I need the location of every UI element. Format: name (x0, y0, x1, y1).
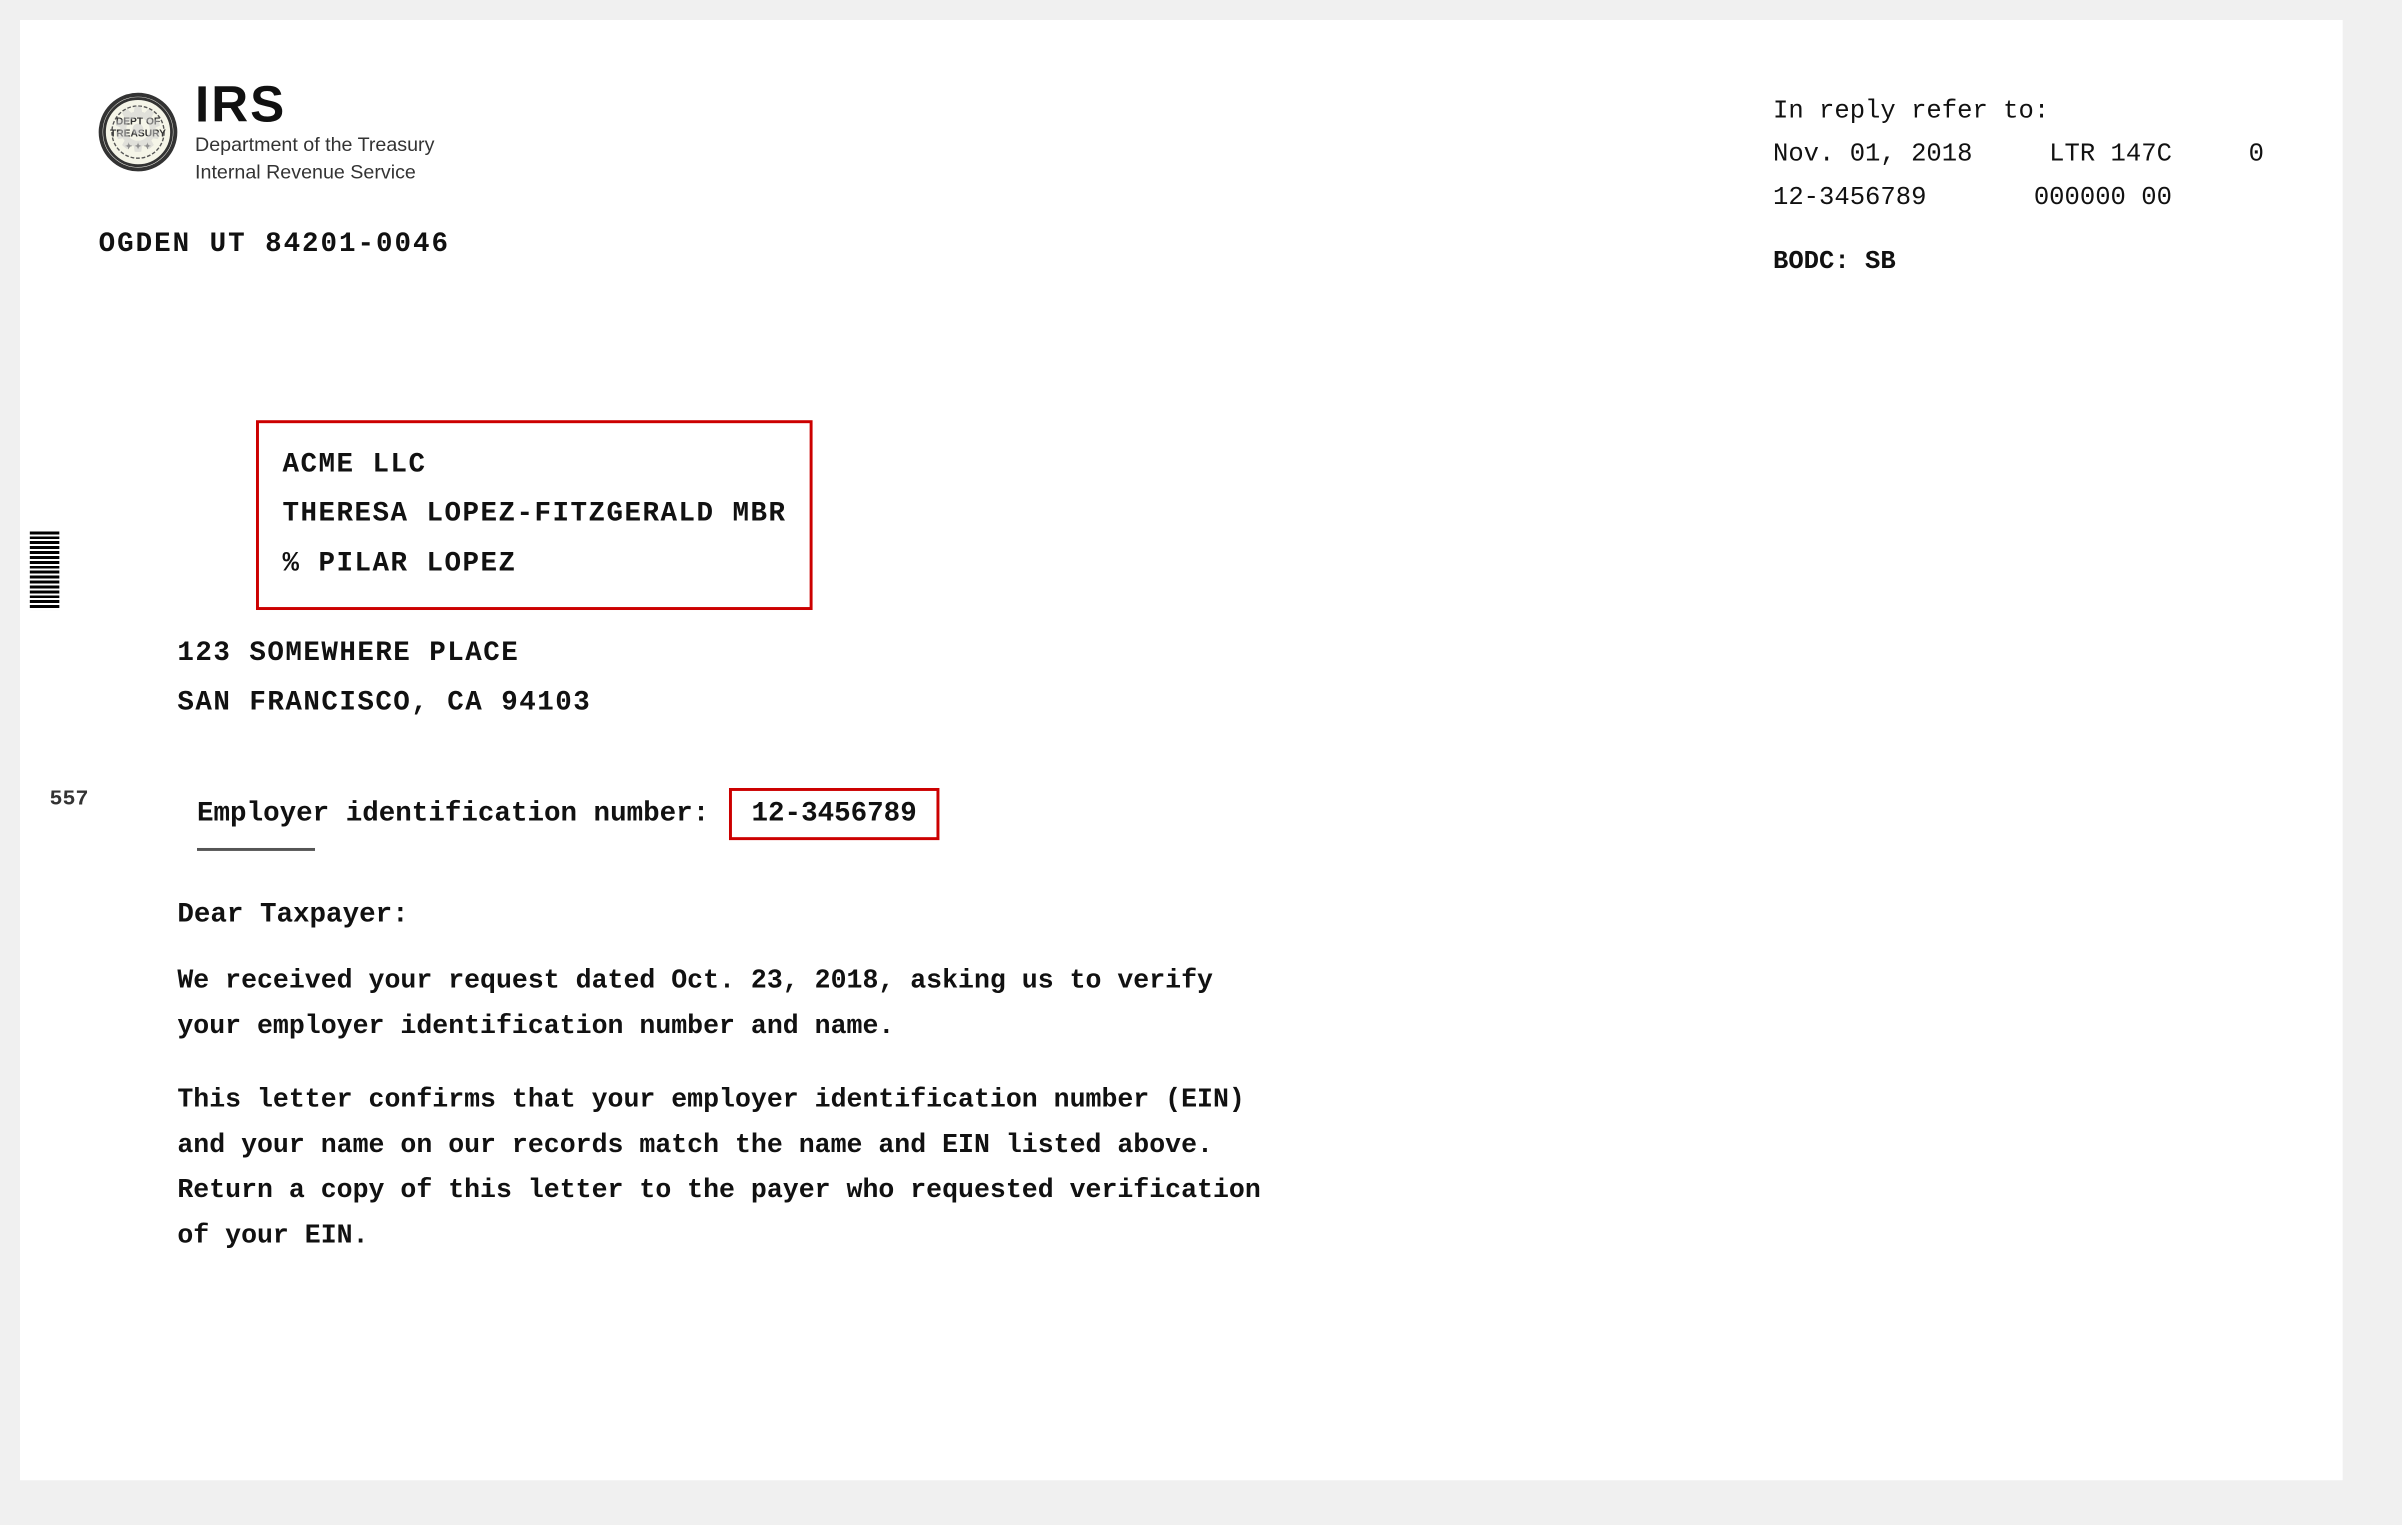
svg-text:TREASURY: TREASURY (110, 129, 166, 140)
irs-title: IRS (195, 79, 434, 130)
bodc-line: BODC: SB (1773, 239, 2264, 282)
recipient-line1: ACME LLC (283, 441, 787, 491)
irs-seal-icon: DEPT OF TREASURY ✦ ✦ ✦ (99, 93, 178, 172)
reply-ltr: LTR 147C (2049, 139, 2172, 169)
paragraph2: This letter confirms that your employer … (177, 1080, 2144, 1261)
address-section: 123 SOMEWHERE PLACE SAN FRANCISCO, CA 94… (177, 630, 2264, 729)
reply-ltr-num: 0 (2249, 139, 2264, 169)
underline-decoration (197, 848, 315, 851)
address-line1: 123 SOMEWHERE PLACE (177, 630, 2264, 680)
paragraph1: We received your request dated Oct. 23, … (177, 960, 2144, 1050)
recipient-line3: % PILAR LOPEZ (283, 540, 787, 590)
irs-letter-document: DEPT OF TREASURY ✦ ✦ ✦ IRS Department of… (20, 20, 2343, 1480)
irs-dept-line1: Department of the Treasury (195, 132, 434, 158)
recipient-line2: THERESA LOPEZ-FITZGERALD MBR (283, 490, 787, 540)
svg-text:DEPT OF: DEPT OF (116, 117, 160, 128)
page-number: 557 (50, 787, 89, 812)
sender-address: OGDEN UT 84201-0046 (99, 229, 450, 259)
reply-date: Nov. 01, 2018 (1773, 139, 1972, 169)
irs-logo-area: DEPT OF TREASURY ✦ ✦ ✦ IRS Department of… (99, 79, 450, 185)
barcode-decoration (30, 531, 60, 610)
svg-text:✦ ✦ ✦: ✦ ✦ ✦ (125, 141, 151, 151)
irs-dept-line2: Internal Revenue Service (195, 160, 434, 186)
recipient-block: ACME LLC THERESA LOPEZ-FITZGERALD MBR % … (256, 420, 813, 610)
reply-date-ltr: Nov. 01, 2018 LTR 147C 0 (1773, 132, 2264, 175)
reply-zeros: 000000 00 (2034, 183, 2172, 213)
letter-body: Dear Taxpayer: We received your request … (177, 900, 2144, 1260)
address-line2: SAN FRANCISCO, CA 94103 (177, 679, 2264, 729)
ein-label: Employer identification number: (197, 799, 709, 829)
salutation: Dear Taxpayer: (177, 900, 2144, 930)
irs-text-block: IRS Department of the Treasury Internal … (195, 79, 434, 185)
reply-ein-zeros: 12-3456789 000000 00 (1773, 176, 2264, 219)
right-header: In reply refer to: Nov. 01, 2018 LTR 147… (1773, 89, 2264, 282)
ein-value: 12-3456789 (729, 788, 939, 840)
reply-ein: 12-3456789 (1773, 183, 1926, 213)
header-section: DEPT OF TREASURY ✦ ✦ ✦ IRS Department of… (99, 79, 2264, 282)
ein-section: Employer identification number: 12-34567… (197, 788, 2264, 840)
recipient-container: ACME LLC THERESA LOPEZ-FITZGERALD MBR % … (177, 371, 813, 610)
left-header: DEPT OF TREASURY ✦ ✦ ✦ IRS Department of… (99, 79, 450, 260)
reply-refer-label: In reply refer to: (1773, 89, 2264, 132)
